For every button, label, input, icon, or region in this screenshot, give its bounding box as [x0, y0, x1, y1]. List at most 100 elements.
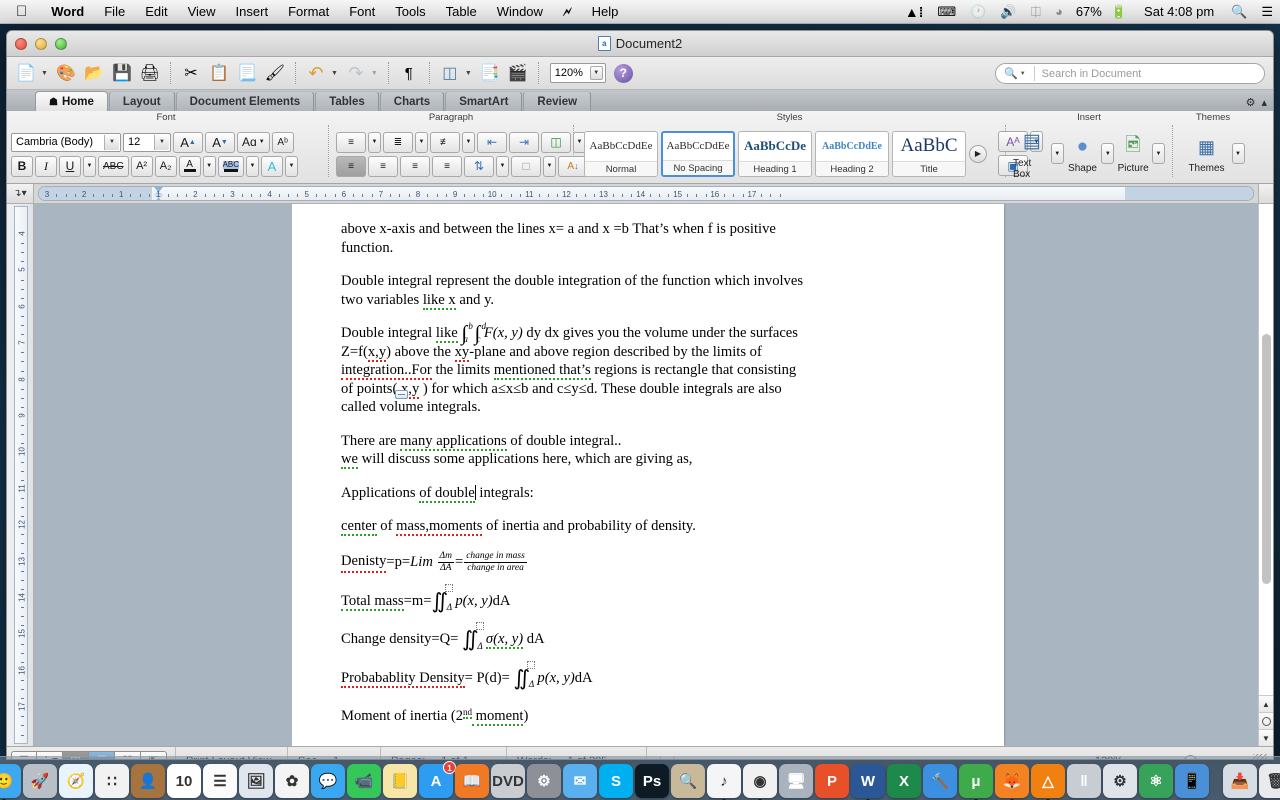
new-document-menu-icon[interactable]: ▼ — [41, 70, 51, 77]
dock-icon-app-store[interactable]: A1 — [419, 761, 456, 798]
menu-item-table[interactable]: Table — [436, 0, 487, 24]
themes-menu-button[interactable]: ▼ — [1231, 143, 1245, 164]
menu-item-help[interactable]: Help — [582, 0, 629, 24]
open-button[interactable]: 📂 — [81, 60, 107, 86]
dock-icon-utorrent[interactable]: μ — [959, 764, 993, 798]
insert-shape-button[interactable]: ● Shape — [1064, 133, 1102, 174]
style-normal[interactable]: AaBbCcDdEе Normal — [584, 130, 658, 177]
superscript-button[interactable]: A² — [130, 155, 153, 177]
ribbon-collapse-icon[interactable]: ▴ — [1261, 96, 1267, 109]
horizontal-ruler[interactable]: 3 2 1 1 2 3 4 5 6 7 8 9 10 11 12 13 14 15 16 17 — [38, 186, 1254, 201]
dock-icon-downloads-stack[interactable]: 📥 — [1223, 764, 1257, 798]
apple-menu-icon[interactable]:  — [0, 4, 41, 19]
print-button[interactable]: 🖨 — [137, 60, 163, 86]
dock-icon-system-preferences[interactable]: ⚙ — [527, 764, 561, 798]
insert-picture-button[interactable]: 🖻 Picture — [1114, 133, 1152, 174]
paragraph-handle[interactable] — [395, 390, 408, 399]
previous-page-icon[interactable]: ▲ — [1259, 695, 1273, 712]
subscript-button[interactable]: A₂ — [154, 155, 177, 177]
dock-icon-image-capture[interactable]: 🔍 — [671, 764, 705, 798]
tab-tables[interactable]: Tables — [315, 91, 379, 111]
picture-menu-button[interactable]: ▼ — [1152, 143, 1166, 164]
align-left-button[interactable]: ≡ — [336, 155, 366, 177]
dock-icon-photoshop[interactable]: Ps — [635, 764, 669, 798]
copy-button[interactable]: 📋 — [206, 60, 232, 86]
shape-menu-button[interactable]: ▼ — [1101, 143, 1115, 164]
spotlight-search-icon[interactable]: 🔍 — [1224, 0, 1254, 24]
columns-button[interactable]: ◫ — [541, 131, 571, 153]
justify-button[interactable]: ≡ — [432, 155, 462, 177]
bluetooth-icon[interactable]: ⎅ — [1024, 0, 1048, 24]
dock-icon-ibooks[interactable]: 📖 — [455, 764, 489, 798]
text-highlight-button[interactable]: ABC — [217, 155, 245, 177]
media-browser-button[interactable]: 🎬 — [505, 60, 531, 86]
font-color-button[interactable]: A — [178, 155, 201, 177]
dock-icon-google-chrome[interactable]: ◉ — [743, 764, 777, 798]
notification-center-icon[interactable]: ☰ — [1254, 0, 1280, 24]
dock-icon-preview[interactable]: 🖼 — [239, 764, 273, 798]
line-spacing-button[interactable]: ⇅ — [464, 155, 494, 177]
undo-menu-icon[interactable]: ▼ — [331, 70, 341, 77]
decrease-indent-button[interactable]: ⇤ — [477, 131, 507, 153]
help-button[interactable]: ? — [613, 63, 633, 83]
paragraph-2[interactable]: Double integral represent the double int… — [341, 272, 948, 310]
shrink-font-button[interactable]: A ▼ — [205, 131, 235, 153]
dock-icon-launchpad[interactable]: 🚀 — [23, 764, 57, 798]
paragraph-3[interactable]: Double integral like ∫ b a ∫ d c F(x, y) dy … — [341, 322, 948, 417]
multilevel-list-button[interactable]: ≢ — [430, 131, 460, 153]
style-title[interactable]: AaBbC Title — [892, 130, 966, 177]
underline-menu-button[interactable]: ▼ — [83, 155, 96, 177]
menu-item-font[interactable]: Font — [339, 0, 385, 24]
increase-indent-button[interactable]: ⇥ — [509, 131, 539, 153]
new-document-button[interactable]: 📄 — [13, 60, 39, 86]
time-machine-icon[interactable]: 🕐 — [963, 0, 993, 24]
page-scroll-area[interactable]: above x-axis and between the lines x= a … — [292, 204, 1015, 746]
menu-clock[interactable]: Sat 4:08 pm — [1134, 4, 1224, 19]
styles-more-button[interactable]: ▶ — [969, 144, 987, 163]
next-page-icon[interactable]: ▼ — [1259, 729, 1273, 746]
bold-button[interactable]: B — [11, 155, 33, 177]
search-in-document-box[interactable]: 🔍 ▼ Search in Document — [995, 63, 1265, 84]
dock-icon-firefox[interactable]: 🦊 — [995, 764, 1029, 798]
dock-icon-messages[interactable]: 💬 — [311, 764, 345, 798]
new-from-template-button[interactable]: 🎨 — [53, 60, 79, 86]
italic-button[interactable]: I — [35, 155, 57, 177]
dock-icon-mail[interactable]: ✉ — [563, 764, 597, 798]
underline-button[interactable]: U — [59, 155, 81, 177]
redo-menu-icon[interactable]: ▼ — [371, 70, 381, 77]
dock-icon-contacts[interactable]: 👤 — [131, 764, 165, 798]
menu-item-edit[interactable]: Edit — [135, 0, 177, 24]
dock-icon-dvd-player[interactable]: DVD — [491, 764, 525, 798]
font-name-combobox[interactable]: Cambria (Body) ▼ — [11, 132, 121, 152]
character-icon[interactable]: ▲⁞ — [898, 0, 931, 24]
keyboard-icon[interactable]: ⌨ — [930, 0, 963, 24]
menu-item-word[interactable]: Word — [41, 0, 94, 24]
volume-icon[interactable]: 🔊 — [993, 0, 1023, 24]
multilevel-list-menu-button[interactable]: ▼ — [462, 131, 475, 153]
paragraph-11-moment-of-inertia[interactable]: Moment of inertia (2nd moment) — [341, 707, 948, 727]
font-size-combobox[interactable]: 12 ▼ — [123, 132, 171, 152]
chevron-down-icon[interactable]: ▼ — [104, 134, 119, 150]
paragraph-5[interactable]: Applications of double integrals: — [341, 484, 948, 503]
dock-icon-facetime[interactable]: 📹 — [347, 764, 381, 798]
dock-icon-settings-alt[interactable]: ⚙ — [1103, 764, 1137, 798]
ribbon-settings-icon[interactable]: ⚙ — [1246, 96, 1256, 109]
vertical-scrollbar-thumb[interactable] — [1262, 334, 1271, 584]
paste-button[interactable]: 📃 — [234, 60, 260, 86]
sidebar-menu-icon[interactable]: ▼ — [465, 70, 475, 77]
dock-icon-atom[interactable]: ⚛ — [1139, 764, 1173, 798]
wifi-icon[interactable]: ◕ — [1048, 0, 1070, 24]
dock-icon-prezi[interactable]: P — [815, 764, 849, 798]
dock-icon-xcode[interactable]: 🔨 — [923, 764, 957, 798]
text-effects-button[interactable]: A — [261, 155, 284, 177]
select-browse-object-icon[interactable] — [1259, 712, 1273, 729]
insert-text-box-button[interactable]: ▤ Text Box — [1013, 128, 1051, 180]
notebook-layout-button[interactable]: 📑 — [477, 60, 503, 86]
numbered-list-button[interactable]: ≣ — [383, 131, 413, 153]
align-center-button[interactable]: ≡ — [368, 155, 398, 177]
bulleted-list-menu-button[interactable]: ▼ — [368, 131, 381, 153]
chevron-down-icon[interactable]: ▼ — [154, 134, 169, 150]
dock-icon-microsoft-excel[interactable]: X — [887, 764, 921, 798]
shading-menu-button[interactable]: ▼ — [543, 155, 556, 177]
battery-icon[interactable]: 🔋 — [1104, 0, 1134, 24]
